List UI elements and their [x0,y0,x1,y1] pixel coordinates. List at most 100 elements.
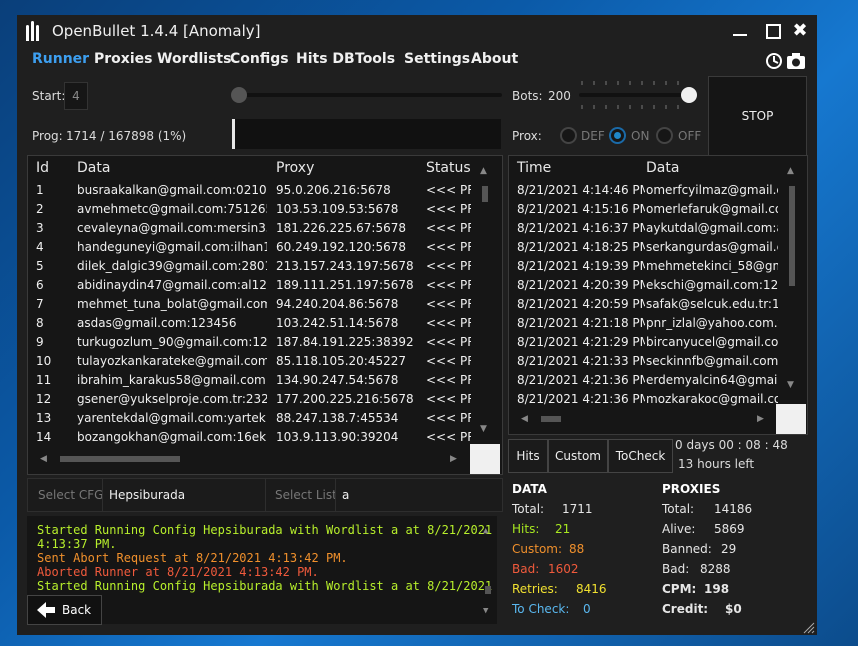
close-icon[interactable]: ✖ [789,20,811,42]
row-id: 4 [36,240,44,254]
col-proxy[interactable]: Proxy [276,160,314,176]
col-status[interactable]: Status [426,160,471,176]
minimize-icon[interactable] [729,20,751,42]
data-stat-label: Total: [512,502,545,516]
table-row[interactable]: 9 turkugozlum_90@gmail.com:12345€ 187.84.1… [28,333,498,352]
hit-time: 8/21/2021 4:20:59 PM [517,297,645,311]
hit-row[interactable]: 8/21/2021 4:21:29 PM bircanyucel@gmail.co… [509,333,779,352]
row-proxy: 187.84.191.225:38392 [276,335,414,349]
back-button[interactable]: Back [27,595,102,625]
menu-about[interactable]: About [471,51,518,67]
log-scroll-up[interactable]: ▲ [483,524,488,538]
prox-radio-def[interactable] [560,127,577,144]
hit-row[interactable]: 8/21/2021 4:21:33 PMseckinnfb@gmail.com:… [509,352,779,371]
hit-row[interactable]: 8/21/2021 4:19:39 PMmehmetekinci_58@gmai [509,257,779,276]
history-icon[interactable] [764,51,784,71]
row-proxy: 60.249.192.120:5678 [276,240,407,254]
row-status: <<< PR [426,278,471,292]
hit-data: omerfcyilmaz@gmail.com [646,183,778,197]
list-select[interactable]: a [335,478,503,512]
maximize-icon[interactable] [762,20,784,42]
data-vscrollbar[interactable]: ▲ ▼ [478,156,492,446]
menu-configs[interactable]: Configs [230,51,289,67]
tab-tocheck[interactable]: ToCheck [608,439,673,473]
menu-wordlists[interactable]: Wordlists [157,51,231,67]
row-status: <<< PR [426,316,471,330]
cfg-select[interactable]: Hepsiburada [102,478,270,512]
hit-row[interactable]: 8/21/2021 4:21:36 PMerdemyalcin64@gmail.… [509,371,779,390]
tab-custom[interactable]: Custom [548,439,608,473]
resize-grip-icon[interactable] [803,622,815,634]
hits-vscrollbar[interactable]: ▲ ▼ [785,156,799,406]
row-proxy: 103.53.109.53:5678 [276,202,399,216]
log-scroll-down[interactable]: ▼ [483,604,488,618]
row-status: <<< PR [426,335,471,349]
tab-hits[interactable]: Hits [508,439,548,473]
menu-runner[interactable]: Runner [32,51,89,67]
start-slider-thumb[interactable] [231,87,247,103]
table-row[interactable]: 3 cevaleyna@gmail.com:mersin33 181.226.225… [28,219,498,238]
table-row[interactable]: 10 tulayozkankarateke@gmail.com:010 85.118… [28,352,498,371]
prox-radio-on[interactable] [609,127,626,144]
hit-data: pnr_izlal@yahoo.com.tr:k [646,316,778,330]
col-time[interactable]: Time [517,160,551,176]
col-id[interactable]: Id [36,160,49,176]
data-stat-value: 21 [555,522,571,536]
hit-data: safak@selcuk.edu.tr:1234 [646,297,778,311]
select-list-label: Select List [265,478,344,512]
table-row[interactable]: 14 bozangokhan@gmail.com:16ekim20 103.9.11… [28,428,498,446]
stop-button[interactable]: STOP [708,76,807,156]
hit-time: 8/21/2021 4:14:46 PM [517,183,645,197]
proxy-stat-value: 14186 [714,502,753,516]
menu-proxies[interactable]: Proxies [94,51,152,67]
hit-row[interactable]: 8/21/2021 4:15:16 PMomerlefaruk@gmail.co… [509,200,779,219]
start-input[interactable]: 4 [64,82,88,110]
proxy-stat-value: $0 [725,602,742,616]
proxy-stat-label: Alive: [662,522,696,536]
data-hscrollbar[interactable]: ◀ ▶ [28,446,468,474]
hit-row[interactable]: 8/21/2021 4:16:37 PMaykutdal@gmail.com:a… [509,219,779,238]
row-proxy: 103.9.113.90:39204 [276,430,399,444]
prox-radio-off[interactable] [656,127,673,144]
menu-tools[interactable]: Tools [355,51,395,67]
table-row[interactable]: 5 dilek_dalgic39@gmail.com:2801200 213.157… [28,257,498,276]
hit-row[interactable]: 8/21/2021 4:21:36 PMmozkarakoc@gmail.com [509,390,779,406]
hit-time: 8/21/2021 4:16:37 PM [517,221,645,235]
row-status: <<< PR [426,373,471,387]
hits-hscrollbar[interactable]: ◀ ▶ [509,406,777,434]
hit-data: aykutdal@gmail.com:aku [646,221,778,235]
menu-settings[interactable]: Settings [404,51,470,67]
hit-row[interactable]: 8/21/2021 4:21:18 PM pnr_izlal@yahoo.com.… [509,314,779,333]
row-id: 2 [36,202,44,216]
hit-time: 8/21/2021 4:21:36 PM [517,392,645,406]
table-row[interactable]: 6 abidinaydin47@gmail.com:al12345€ 189.111… [28,276,498,295]
hit-data: seckinnfb@gmail.com:10 [646,354,778,368]
start-slider-track[interactable] [232,93,502,97]
data-stat-value: 1602 [548,562,579,576]
camera-icon[interactable] [786,52,806,70]
hit-row[interactable]: 8/21/2021 4:20:59 PM safak@selcuk.edu.tr:… [509,295,779,314]
data-stat-value: 8416 [576,582,607,596]
hit-row[interactable]: 8/21/2021 4:14:46 PMomerfcyilmaz@gmail.c… [509,181,779,200]
data-stat-label: Bad: [512,562,540,576]
table-row[interactable]: 12 gsener@yukselproje.com.tr:232323 177.20… [28,390,498,409]
table-row[interactable]: 4 handeguneyi@gmail.com:ilhan1212 60.249.1… [28,238,498,257]
col-hit-data[interactable]: Data [646,160,679,176]
bots-slider[interactable] [577,79,697,111]
hit-time: 8/21/2021 4:19:39 PM [517,259,645,273]
hit-row[interactable]: 8/21/2021 4:20:39 PMekschi@gmail.com:123… [509,276,779,295]
hit-row[interactable]: 8/21/2021 4:18:25 PMserkangurdas@gmail.c… [509,238,779,257]
bots-slider-thumb [681,87,697,103]
window-title: OpenBullet 1.4.4 [Anomaly] [52,22,261,40]
log-scroll-thumb[interactable] [485,586,491,594]
table-row[interactable]: 1 busraakalkan@gmail.com:02101994 95.0.206… [28,181,498,200]
menu-hits-db[interactable]: Hits DB [296,51,355,67]
table-row[interactable]: 8 asdas@gmail.com:123456 103.242.51.14:567… [28,314,498,333]
table-row[interactable]: 2 avmehmetc@gmail.com:7512656 103.53.109.5… [28,200,498,219]
table-row[interactable]: 11 ibrahim_karakus58@gmail.com:felip 134.9… [28,371,498,390]
hit-data: ekschi@gmail.com:12312 [646,278,778,292]
table-row[interactable]: 7 mehmet_tuna_bolat@gmail.com:01 94.240.20… [28,295,498,314]
col-data[interactable]: Data [77,160,110,176]
row-data: tulayozkankarateke@gmail.com:010 [77,354,267,368]
table-row[interactable]: 13 yarentekdal@gmail.com:yartek 88.247.138… [28,409,498,428]
